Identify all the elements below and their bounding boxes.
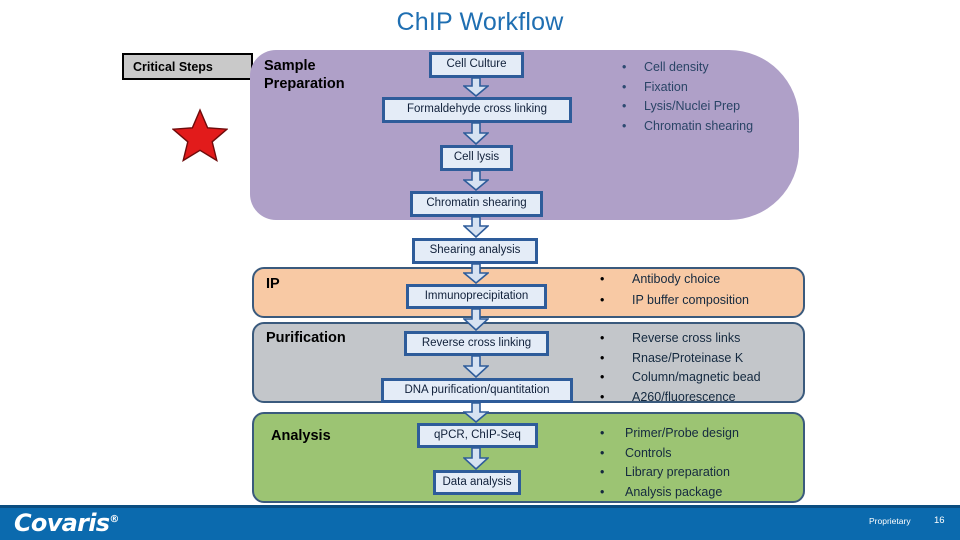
list-item-label: Lysis/Nuclei Prep <box>644 99 741 114</box>
down-block-arrow-icon <box>461 447 491 471</box>
list-item-label: Controls <box>625 445 672 460</box>
critical-steps-legend: Critical Steps <box>122 53 253 80</box>
list-item: • Lysis/Nuclei Prep <box>622 97 753 117</box>
list-item-label: Fixation <box>644 79 688 94</box>
bullet-list-analysis: • Primer/Probe design • Controls • Library … <box>600 424 739 502</box>
down-block-arrow-icon <box>461 77 491 98</box>
flow-box-qpcr-chip-seq[interactable]: qPCR, ChIP-Seq <box>417 423 538 448</box>
bullet-marker-icon: • <box>600 445 605 460</box>
proprietary-label: Proprietary <box>869 516 911 526</box>
bullet-marker-icon: • <box>622 79 627 94</box>
list-item: • Antibody choice <box>600 269 749 290</box>
stage-label-line-1: Sample <box>264 58 316 74</box>
down-block-arrow-icon <box>461 263 491 285</box>
list-item-label: Rnase/Proteinase K <box>632 350 744 365</box>
bullet-marker-icon: • <box>600 350 605 365</box>
flow-box-reverse-cross-linking[interactable]: Reverse cross linking <box>404 331 549 356</box>
down-block-arrow-icon <box>461 308 491 332</box>
list-item-label: Analysis package <box>625 484 723 499</box>
list-item-label: Library preparation <box>625 465 730 479</box>
stage-label-line-2: Preparation <box>264 75 345 92</box>
list-item-label: Primer/Probe design <box>625 426 739 440</box>
registered-trademark-icon: ® <box>109 514 119 525</box>
list-item-label: Column/magnetic bead <box>632 370 761 385</box>
stage-label-analysis: Analysis <box>271 428 331 444</box>
footer-divider <box>0 505 960 508</box>
red-star-icon <box>171 108 229 162</box>
flow-box-label: Reverse cross linking <box>421 336 532 349</box>
list-item: • Library preparation <box>600 463 739 483</box>
bullet-marker-icon: • <box>600 370 605 385</box>
down-block-arrow-icon <box>461 355 491 379</box>
bullet-list-ip: • Antibody choice • IP buffer composition <box>600 269 749 311</box>
bullet-marker-icon: • <box>622 99 627 114</box>
bullet-marker-icon: • <box>600 426 605 440</box>
flow-box-label: Formaldehyde cross linking <box>407 103 547 116</box>
bullet-marker-icon: • <box>600 293 605 307</box>
bullet-marker-icon: • <box>622 60 627 74</box>
bullet-marker-icon: • <box>600 331 605 345</box>
flow-box-immunoprecipitation[interactable]: Immunoprecipitation <box>406 284 547 309</box>
list-item: • Analysis package <box>600 483 739 503</box>
list-item-label: Cell density <box>644 60 709 74</box>
slide-canvas: ChIP Workflow Critical Steps Sample Prep… <box>0 0 960 540</box>
list-item: • Controls <box>600 444 739 464</box>
list-item: • Chromatin shearing <box>622 117 753 137</box>
footer-bar <box>0 505 960 540</box>
bullet-marker-icon: • <box>600 484 605 499</box>
list-item: • IP buffer composition <box>600 290 749 311</box>
flow-box-label: Chromatin shearing <box>426 197 527 210</box>
flow-box-cell-culture[interactable]: Cell Culture <box>429 52 524 78</box>
list-item: • Fixation <box>622 78 753 98</box>
list-item-label: Antibody choice <box>632 272 721 286</box>
list-item: • Cell density <box>622 58 753 78</box>
list-item: • Column/magnetic bead <box>600 368 761 388</box>
bullet-marker-icon: • <box>600 465 605 479</box>
down-block-arrow-icon <box>461 122 491 146</box>
flow-box-label: Cell Culture <box>446 58 507 71</box>
bullet-marker-icon: • <box>600 389 605 404</box>
page-title: ChIP Workflow <box>396 8 564 36</box>
flow-box-cell-lysis[interactable]: Cell lysis <box>440 145 513 171</box>
flow-box-label: Cell lysis <box>453 151 500 164</box>
covaris-logo-text: Covaris <box>14 509 110 537</box>
flow-box-formaldehyde-cross-linking[interactable]: Formaldehyde cross linking <box>382 97 572 123</box>
bullet-list-purification: • Reverse cross links • Rnase/Proteinase K… <box>600 329 761 407</box>
list-item-label: Chromatin shearing <box>644 118 754 133</box>
list-item-label: A260/fluorescence <box>632 389 736 404</box>
flow-box-shearing-analysis[interactable]: Shearing analysis <box>412 238 538 264</box>
covaris-logo: Covaris® <box>14 509 119 537</box>
flow-box-label: Immunoprecipitation <box>424 289 529 302</box>
critical-steps-label: Critical Steps <box>133 59 213 74</box>
flow-box-label: DNA purification/quantitation <box>404 383 550 396</box>
list-item: • A260/fluorescence <box>600 388 761 408</box>
bullet-list-sample-preparation: • Cell density • Fixation • Lysis/Nuclei Pr… <box>622 58 753 136</box>
down-block-arrow-icon <box>461 170 491 192</box>
flow-box-label: qPCR, ChIP-Seq <box>434 428 521 441</box>
flow-box-label: Shearing analysis <box>429 244 521 257</box>
page-number: 16 <box>934 515 945 526</box>
flow-box-data-analysis[interactable]: Data analysis <box>433 470 521 495</box>
flow-box-label: Data analysis <box>442 475 512 488</box>
down-block-arrow-icon <box>461 402 491 424</box>
stage-label-ip: IP <box>266 276 280 292</box>
bullet-marker-icon: • <box>600 272 605 286</box>
list-item: • Reverse cross links <box>600 329 761 349</box>
flow-box-dna-purification-quantitation[interactable]: DNA purification/quantitation <box>381 378 573 403</box>
list-item: • Rnase/Proteinase K <box>600 349 761 369</box>
bullet-marker-icon: • <box>622 118 627 133</box>
stage-label-purification: Purification <box>266 330 346 346</box>
list-item: • Primer/Probe design <box>600 424 739 444</box>
list-item-label: Reverse cross links <box>632 331 741 345</box>
list-item-label: IP buffer composition <box>632 293 749 307</box>
stage-label-sample-preparation: Sample Preparation <box>264 58 374 93</box>
down-block-arrow-icon <box>461 216 491 239</box>
flow-box-chromatin-shearing[interactable]: Chromatin shearing <box>410 191 543 217</box>
